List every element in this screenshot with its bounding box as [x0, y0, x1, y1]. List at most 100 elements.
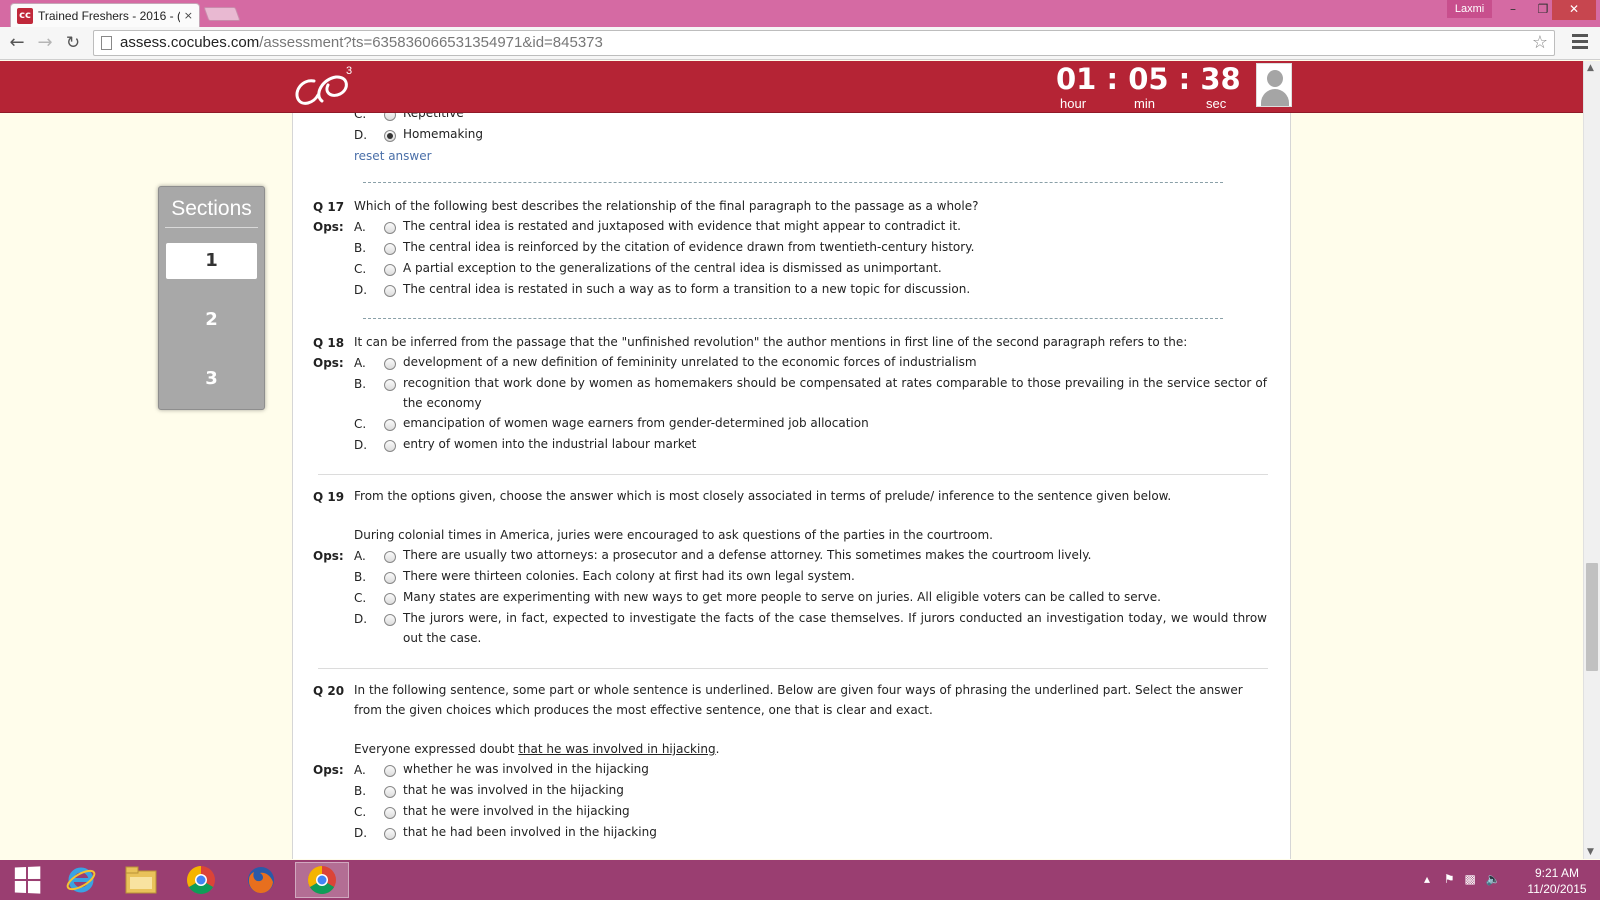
option-letter: B. [354, 784, 367, 798]
option-text: that he was involved in the hijacking [403, 783, 624, 797]
internet-explorer-icon [66, 867, 96, 893]
option-radio[interactable] [384, 419, 396, 431]
question-number: Q 18 [313, 336, 345, 350]
option-radio[interactable] [384, 440, 396, 452]
option-radio[interactable] [384, 807, 396, 819]
scroll-down-arrow-icon[interactable]: ▼ [1587, 847, 1594, 857]
option-letter: A. [354, 220, 366, 234]
close-window-icon[interactable]: ✕ [1552, 0, 1596, 20]
address-bar[interactable]: assess.cocubes.com/assessment?ts=6358360… [93, 30, 1555, 56]
option-text: Many states are experimenting with new w… [403, 590, 1161, 604]
question-panel: C. Repetitive D. Homemaking reset answer… [292, 113, 1291, 859]
option-radio[interactable] [384, 285, 396, 297]
timer-seconds: 38 [1200, 62, 1241, 96]
option-radio[interactable] [384, 264, 396, 276]
option-text: Repetitive [403, 113, 464, 120]
sections-title: Sections [171, 197, 252, 220]
option-letter: D. [354, 128, 368, 142]
option-text: The central idea is restated and juxtapo… [403, 219, 961, 233]
cocubes-logo: 3 [292, 61, 362, 111]
option-text: The central idea is restated in such a w… [403, 282, 971, 296]
browser-titlebar: cc Trained Freshers - 2016 - ( × Laxmi –… [0, 0, 1600, 27]
windows-taskbar [0, 860, 1600, 900]
section-item-2[interactable]: 2 [166, 302, 257, 338]
page-icon [101, 36, 112, 50]
scroll-thumb[interactable] [1586, 563, 1598, 671]
option-radio[interactable] [384, 614, 396, 626]
internet-explorer-button[interactable] [54, 862, 108, 898]
user-avatar[interactable] [1256, 63, 1292, 107]
option-radio[interactable] [384, 222, 396, 234]
option-letter: A. [354, 549, 366, 563]
action-center-flag-icon[interactable]: ⚑ [1444, 872, 1455, 886]
question-text: From the options given, choose the answe… [354, 489, 1172, 503]
bookmark-star-icon[interactable]: ☆ [1532, 32, 1548, 53]
option-radio[interactable] [384, 786, 396, 798]
option-radio[interactable] [384, 593, 396, 605]
start-button[interactable] [0, 862, 54, 898]
option-letter: D. [354, 438, 368, 452]
taskbar-clock[interactable]: 9:21 AM 11/20/2015 [1522, 865, 1592, 897]
browser-tab[interactable]: cc Trained Freshers - 2016 - ( × [10, 3, 200, 27]
reset-answer-link[interactable]: reset answer [354, 149, 432, 163]
option-letter: C. [354, 805, 367, 819]
chrome-button[interactable] [174, 862, 228, 898]
system-tray: ▴ ⚑ ▩ 🔈 [1424, 872, 1501, 886]
section-item-1[interactable]: 1 [166, 243, 257, 279]
page-scrollbar[interactable]: ▲ ▼ [1583, 61, 1600, 859]
section-item-3[interactable]: 3 [166, 361, 257, 397]
tab-title: Trained Freshers - 2016 - ( [38, 8, 180, 23]
timer-separator: : [1106, 62, 1119, 96]
option-radio[interactable] [384, 828, 396, 840]
browser-menu-icon[interactable] [1572, 34, 1588, 52]
option-radio[interactable] [384, 551, 396, 563]
avatar-head-icon [1267, 70, 1283, 87]
windows-logo-icon [14, 866, 41, 894]
chrome-active-button[interactable] [295, 862, 349, 898]
timer-digits: 01 : 05 : 38 [1056, 62, 1241, 96]
sentence-prefix: Everyone expressed doubt [354, 742, 519, 756]
back-arrow-icon[interactable]: ← [6, 32, 28, 54]
network-signal-icon[interactable]: ▩ [1464, 872, 1475, 886]
folder-icon [125, 866, 157, 894]
option-text: There were thirteen colonies. Each colon… [403, 569, 855, 583]
sentence-suffix: . [715, 742, 720, 756]
question-divider [363, 318, 1223, 319]
option-letter: B. [354, 377, 367, 391]
option-text: There are usually two attorneys: a prose… [403, 548, 1092, 562]
option-radio[interactable] [384, 379, 396, 391]
question-divider [318, 474, 1268, 475]
show-hidden-icons-icon[interactable]: ▴ [1424, 872, 1430, 886]
option-text: emancipation of women wage earners from … [403, 416, 869, 430]
option-text: that he had been involved in the hijacki… [403, 825, 657, 839]
option-text: The jurors were, in fact, expected to in… [403, 611, 1267, 645]
option-radio[interactable] [384, 358, 396, 370]
option-radio[interactable] [384, 765, 396, 777]
option-radio-selected[interactable] [384, 130, 396, 142]
firefox-icon [248, 867, 274, 894]
scroll-up-arrow-icon[interactable]: ▲ [1587, 63, 1594, 73]
option-radio[interactable] [384, 243, 396, 255]
option-text: that he were involved in the hijacking [403, 804, 630, 818]
volume-icon[interactable]: 🔈 [1486, 872, 1501, 886]
timer-minutes: 05 [1128, 62, 1169, 96]
profile-badge[interactable]: Laxmi [1447, 0, 1492, 18]
file-explorer-button[interactable] [114, 862, 168, 898]
app-header: 3 01 : 05 : 38 hour min sec [0, 61, 1583, 113]
url-text[interactable]: assess.cocubes.com/assessment?ts=6358360… [120, 34, 603, 51]
reload-icon[interactable]: ↻ [62, 32, 84, 54]
tab-close-icon[interactable]: × [184, 9, 193, 22]
forward-arrow-icon[interactable]: → [34, 32, 56, 54]
new-tab-button[interactable] [203, 7, 241, 21]
firefox-button[interactable] [234, 862, 288, 898]
question-number: Q 19 [313, 490, 345, 504]
option-radio[interactable] [384, 572, 396, 584]
option-letter: A. [354, 763, 366, 777]
timer-min-label: min [1134, 96, 1155, 111]
option-radio[interactable] [384, 113, 396, 121]
question-sentence: Everyone expressed doubt that he was inv… [354, 739, 1264, 759]
option-text: whether he was involved in the hijacking [403, 762, 649, 776]
sentence-underlined-part: that he was involved in hijacking [518, 742, 716, 756]
url-path: /assessment?ts=635836066531354971&id=845… [259, 34, 603, 51]
minimize-window-icon[interactable]: – [1498, 0, 1528, 20]
